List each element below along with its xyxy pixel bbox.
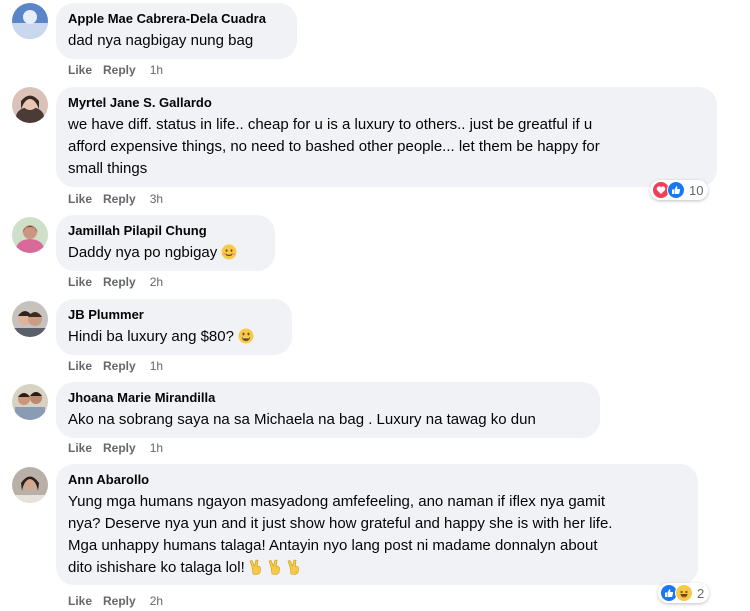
victory-hand-emoji [287,559,302,582]
comment-author[interactable]: JB Plummer [68,307,280,323]
avatar[interactable] [12,384,48,420]
comment-bubble: JB Plummer Hindi ba luxury ang $80? [56,299,292,355]
like-button[interactable]: Like [68,359,92,373]
comment-bubble: Ann Abarollo Yung mga humans ngayon masy… [56,464,698,585]
reaction-count: 10 [689,182,704,198]
reply-button[interactable]: Reply [103,359,136,373]
comment-text-line: Daddy nya po ngbigay [68,244,218,261]
comment-bubble: Apple Mae Cabrera-Dela Cuadra dad nya na… [56,3,297,59]
comment-text: Hindi ba luxury ang $80? [68,326,280,351]
comment-actions: Like Reply 2h [68,594,174,608]
comment-author[interactable]: Myrtel Jane S. Gallardo [68,95,705,111]
comment-text: dad nya nagbigay nung bag [68,32,254,49]
like-button[interactable]: Like [68,63,92,77]
reaction-summary[interactable]: 2 [658,583,710,603]
comment-text-line: Yung mga humans ngayon masyadong amfefee… [68,493,605,510]
like-button[interactable]: Like [68,594,92,608]
reply-button[interactable]: Reply [103,275,136,289]
comment-bubble: Jhoana Marie Mirandilla Ako na sobrang s… [56,382,600,438]
comment-text: we have diff. status in life.. cheap for… [68,114,705,180]
comment-author[interactable]: Jamillah Pilapil Chung [68,223,263,239]
comment-time[interactable]: 2h [150,275,163,289]
reply-button[interactable]: Reply [103,441,136,455]
victory-hand-emoji [268,559,283,582]
comment-text-line: nya? Deserve nya yun and it just show ho… [68,515,613,532]
comment-author[interactable]: Jhoana Marie Mirandilla [68,390,588,406]
comment-text: Yung mga humans ngayon masyadong amfefee… [68,491,686,582]
comment-text-line: dito ishishare ko talaga lol! [68,559,245,576]
comment-text-line: afford expensive things, no need to bash… [68,138,600,155]
comment-author[interactable]: Apple Mae Cabrera-Dela Cuadra [68,11,285,27]
comment-time[interactable]: 2h [150,594,163,608]
comment-actions: Like Reply 2h [68,275,174,289]
reply-button[interactable]: Reply [103,594,136,608]
comment-text: Daddy nya po ngbigay [68,242,263,267]
reply-button[interactable]: Reply [103,192,136,206]
comment-text-line: Hindi ba luxury ang $80? [68,328,234,345]
comment-time[interactable]: 3h [150,192,163,206]
avatar[interactable] [12,467,48,503]
comment-text-line: we have diff. status in life.. cheap for… [68,116,593,133]
comment-bubble: Myrtel Jane S. Gallardo we have diff. st… [56,87,717,187]
like-button[interactable]: Like [68,192,92,206]
comment-actions: Like Reply 1h [68,441,174,455]
comment-time[interactable]: 1h [150,359,163,373]
reaction-summary[interactable]: 10 [650,180,709,200]
reaction-count: 2 [697,585,705,601]
avatar[interactable] [12,87,48,123]
comment-actions: Like Reply 1h [68,63,174,77]
reply-button[interactable]: Reply [103,63,136,77]
comment-author[interactable]: Ann Abarollo [68,472,686,488]
comment-text-line: small things [68,160,148,177]
thumbs-up-icon [667,181,685,199]
avatar[interactable] [12,301,48,337]
comment-bubble: Jamillah Pilapil Chung Daddy nya po ngbi… [56,215,275,271]
avatar[interactable] [12,217,48,253]
comment-time[interactable]: 1h [150,63,163,77]
avatar[interactable] [12,3,48,39]
like-button[interactable]: Like [68,441,92,455]
comment-actions: Like Reply 3h [68,192,174,206]
comment-actions: Like Reply 1h [68,359,174,373]
laughing-face-icon [675,584,693,602]
grinning-face-emoji [238,328,254,351]
comment-text: Ako na sobrang saya na sa Michaela na ba… [68,411,536,428]
victory-hand-emoji [249,559,264,582]
comment-time[interactable]: 1h [150,441,163,455]
like-button[interactable]: Like [68,275,92,289]
comment-text-line: Mga unhappy humans talaga! Antayin nyo l… [68,537,598,554]
smiling-face-emoji [221,244,237,267]
